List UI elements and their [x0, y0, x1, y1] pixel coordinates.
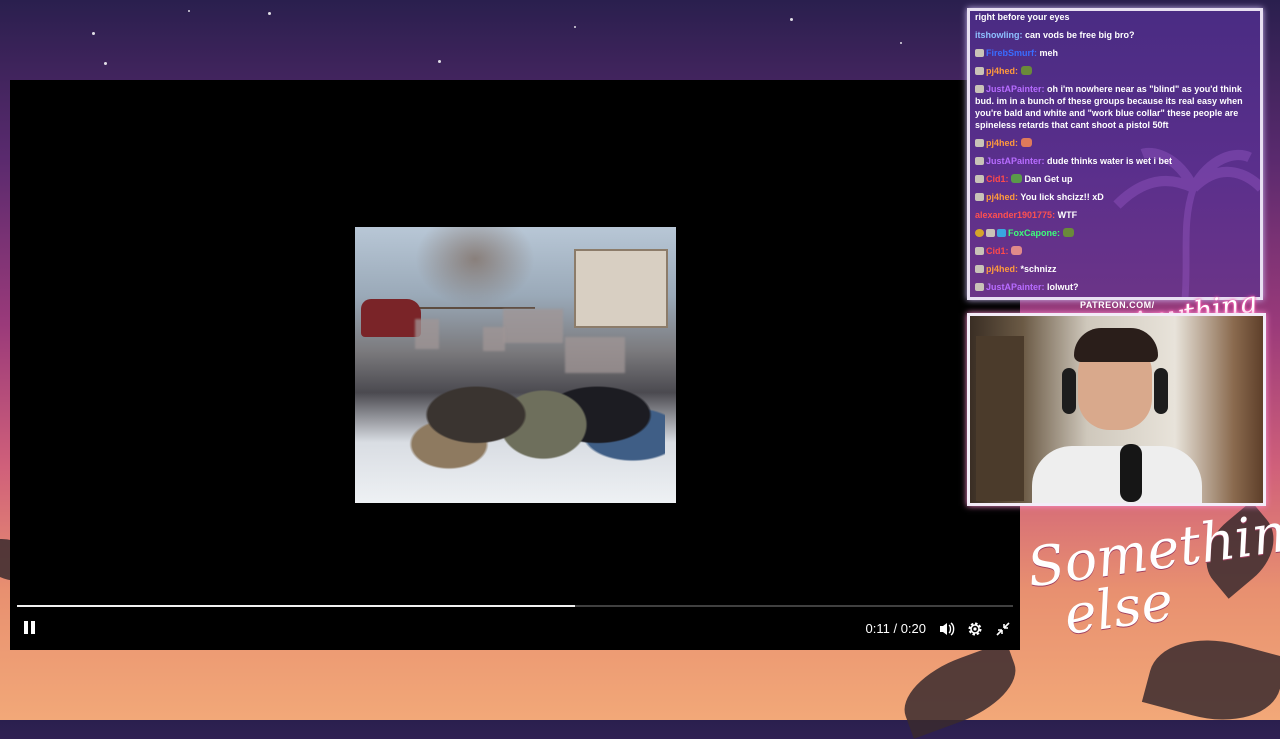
webcam-feed: [967, 313, 1266, 506]
chat-message-text: WTF: [1057, 210, 1078, 220]
webcam-streamer: [1010, 324, 1210, 503]
chat-username[interactable]: JustAPainter:: [986, 84, 1045, 94]
chat-badge-icon: [975, 85, 984, 93]
chat-message: right before your eyes: [975, 11, 1255, 23]
chat-badge-icon: [975, 139, 984, 147]
chat-username[interactable]: pj4hed:: [986, 138, 1018, 148]
chat-panel: right before your eyes itshowling: can vo…: [967, 8, 1263, 300]
face-blur: [483, 327, 505, 351]
chat-username[interactable]: pj4hed:: [986, 66, 1018, 76]
chat-username[interactable]: JustAPainter:: [986, 156, 1045, 166]
palm-leaf-decoration: [893, 641, 1027, 739]
chat-username[interactable]: Cid1:: [986, 246, 1009, 256]
volume-icon: [940, 622, 955, 636]
chat-badge-icon: [975, 193, 984, 201]
chat-badge-icon: [975, 49, 984, 57]
video-player[interactable]: 0:11 / 0:20: [10, 80, 1020, 650]
chat-message: FoxCapone:: [975, 227, 1255, 239]
chat-emote-icon: [1011, 246, 1023, 255]
chat-message: pj4hed: *schnizz: [975, 263, 1255, 275]
star: [104, 62, 107, 65]
star: [268, 12, 271, 15]
chat-username[interactable]: Cid1:: [986, 174, 1009, 184]
star: [900, 42, 902, 44]
chat-emote-icon: [1020, 66, 1032, 75]
chat-username[interactable]: JustAPainter:: [986, 282, 1045, 292]
chat-message-text: *schnizz: [1020, 264, 1057, 274]
chat-badge-icon: [975, 229, 984, 237]
chat-message-text: Dan Get up: [1024, 174, 1073, 184]
chat-badge-icon: [986, 229, 995, 237]
chat-badge-icon: [975, 67, 984, 75]
palm-leaf-decoration: [1141, 624, 1280, 736]
face-blur: [565, 337, 625, 373]
chat-username[interactable]: FirebSmurf:: [986, 48, 1037, 58]
chat-message-list: right before your eyes itshowling: can vo…: [975, 11, 1255, 293]
chat-message: alexander1901775: WTF: [975, 209, 1255, 221]
video-scene-tree: [415, 227, 535, 309]
chat-message: Cid1:: [975, 245, 1255, 257]
chat-badge-icon: [975, 265, 984, 273]
chat-username[interactable]: alexander1901775:: [975, 210, 1055, 220]
face-blur: [415, 319, 439, 349]
chat-message: pj4hed:: [975, 137, 1255, 149]
chat-emote-icon: [1020, 138, 1032, 147]
pause-button[interactable]: [22, 620, 38, 636]
star: [438, 60, 441, 63]
chat-message: Cid1: Dan Get up: [975, 173, 1255, 185]
volume-button[interactable]: [938, 620, 956, 638]
exit-fullscreen-icon: [996, 622, 1010, 636]
chat-emote-icon: [1062, 228, 1074, 237]
chat-message: pj4hed:: [975, 65, 1255, 77]
star: [574, 26, 576, 28]
chat-username[interactable]: pj4hed:: [986, 192, 1018, 202]
chat-message: JustAPainter: dude thinks water is wet i…: [975, 155, 1255, 167]
chat-badge-icon: [975, 157, 984, 165]
chat-message-text: dude thinks water is wet i bet: [1047, 156, 1173, 166]
star: [92, 32, 95, 35]
star: [188, 10, 190, 12]
chat-message: pj4hed: You lick shcizz!! xD: [975, 191, 1255, 203]
chat-message-text: meh: [1039, 48, 1059, 58]
progress-bar[interactable]: [17, 605, 1013, 607]
face-blur: [503, 309, 563, 343]
chat-message-text: lolwut?: [1047, 282, 1079, 292]
chat-username[interactable]: FoxCapone:: [1008, 228, 1060, 238]
chat-badge-icon: [975, 247, 984, 255]
chat-message-text: right before your eyes: [975, 12, 1070, 22]
chat-username[interactable]: itshowling:: [975, 30, 1023, 40]
settings-gear-icon: [968, 622, 982, 636]
player-controls: 0:11 / 0:20: [10, 610, 1020, 650]
star: [790, 18, 793, 21]
chat-emote-icon: [1011, 174, 1023, 183]
chat-message: JustAPainter: oh i'm nowhere near as "bl…: [975, 83, 1255, 131]
chat-badge-icon: [997, 229, 1006, 237]
chat-message: itshowling: can vods be free big bro?: [975, 29, 1255, 41]
exit-fullscreen-button[interactable]: [994, 620, 1012, 638]
time-display: 0:11 / 0:20: [865, 621, 926, 636]
progress-fill: [17, 605, 575, 607]
chat-username[interactable]: pj4hed:: [986, 264, 1018, 274]
video-content[interactable]: [355, 227, 676, 503]
brand-logo-large: Something else: [1023, 496, 1280, 647]
microphone: [1120, 444, 1142, 502]
settings-button[interactable]: [966, 620, 984, 638]
chat-badge-icon: [975, 283, 984, 291]
chat-message-text: can vods be free big bro?: [1025, 30, 1135, 40]
chat-message-text: You lick shcizz!! xD: [1020, 192, 1104, 202]
chat-badge-icon: [975, 175, 984, 183]
chat-message: FirebSmurf: meh: [975, 47, 1255, 59]
